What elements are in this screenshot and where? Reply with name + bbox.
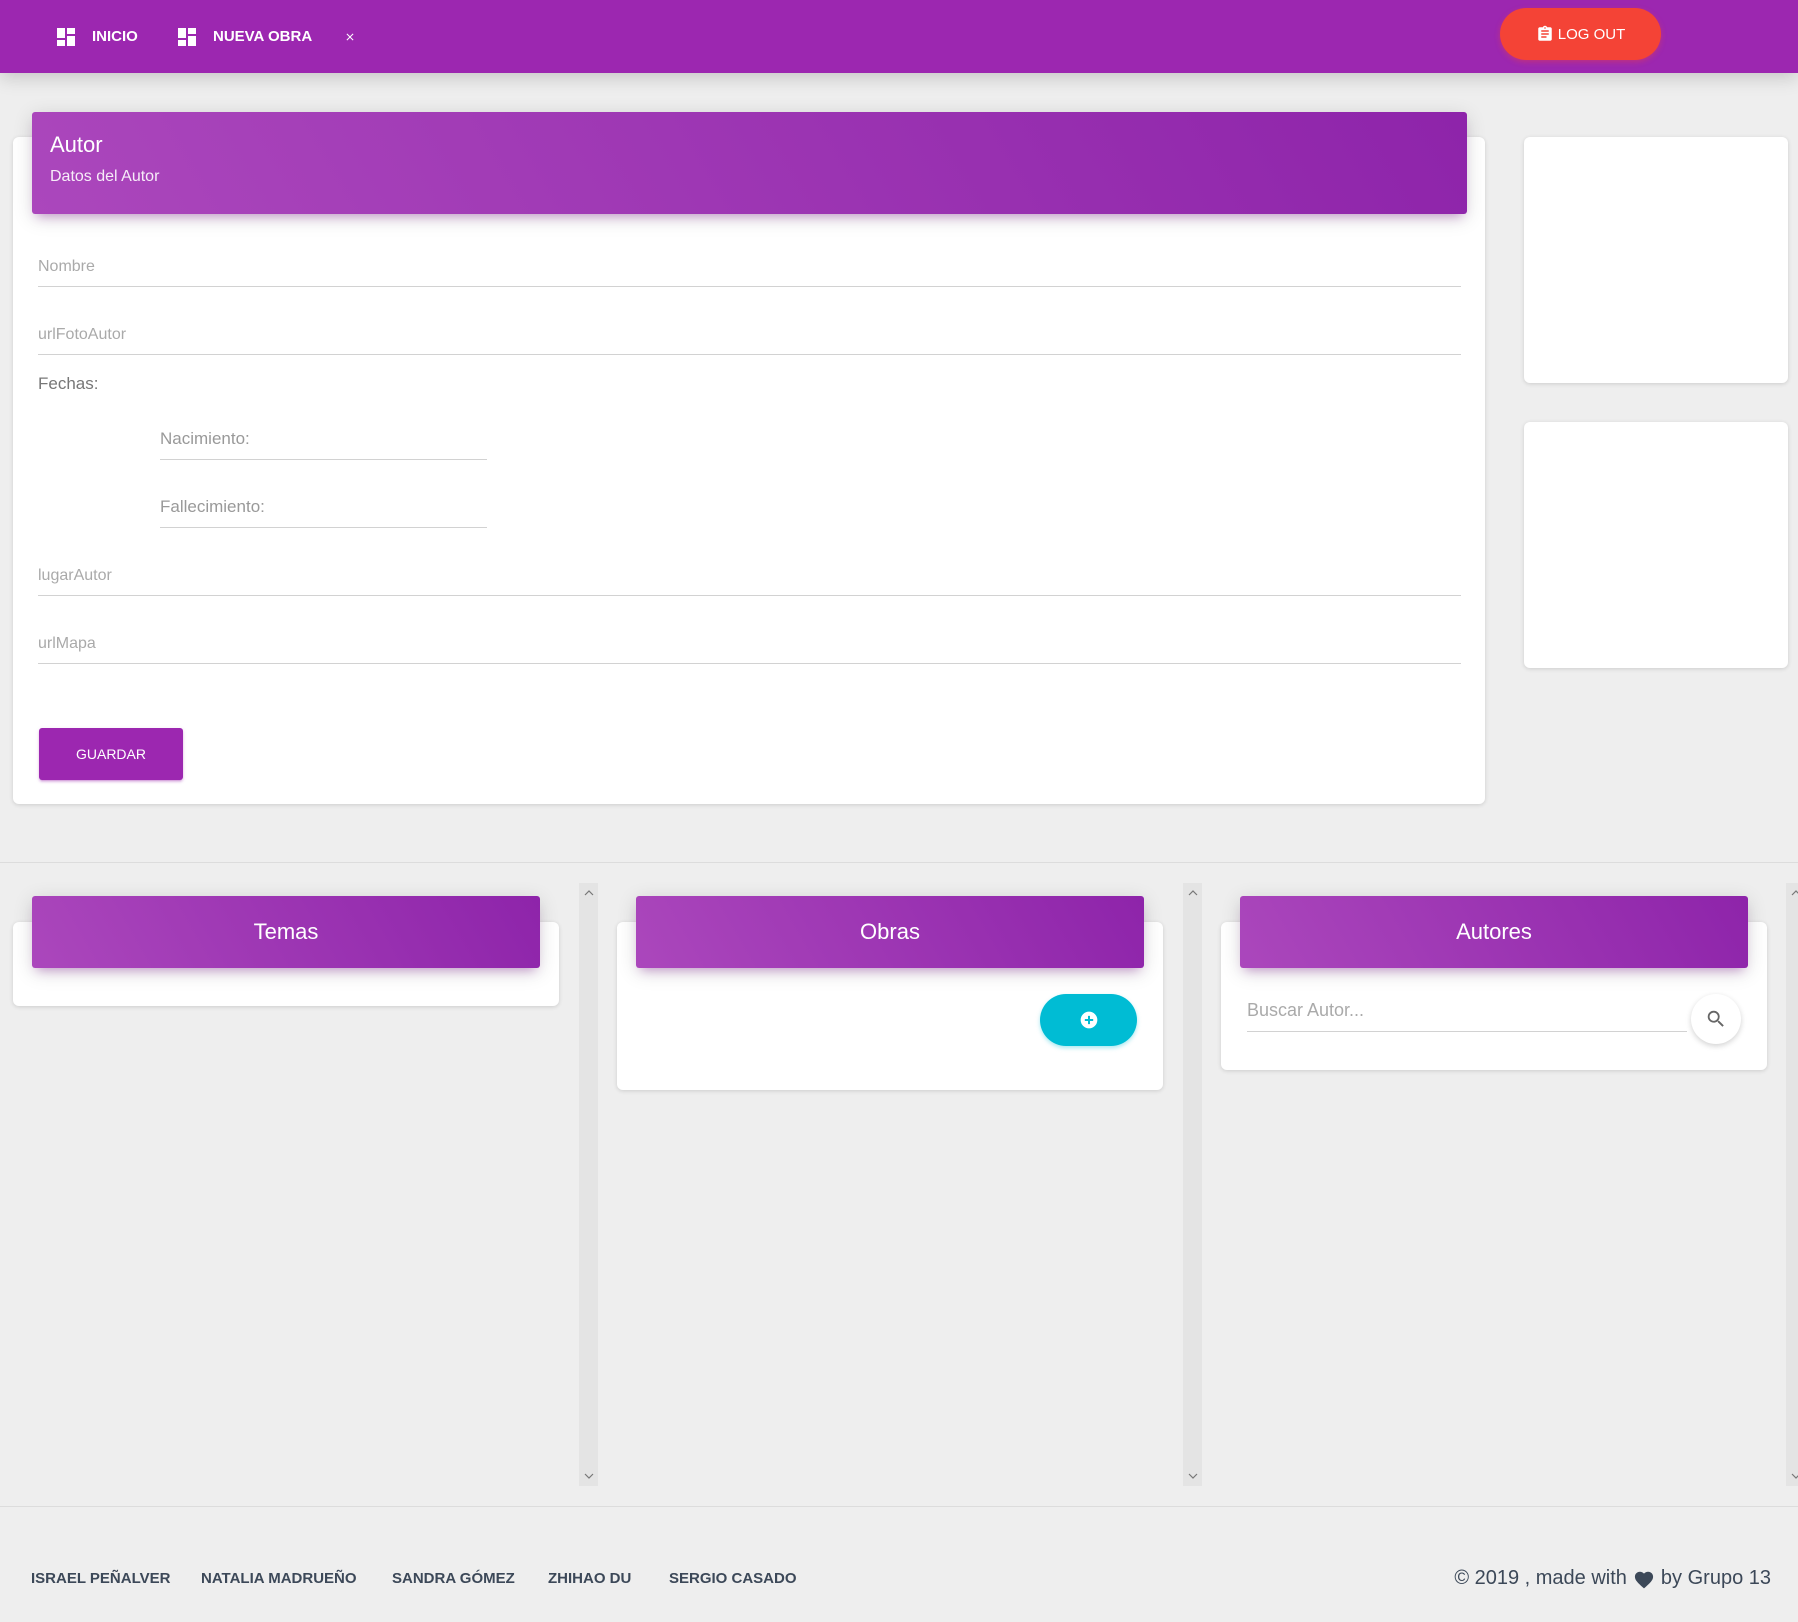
- chevron-down-icon: [1791, 1473, 1798, 1479]
- scroll-up-arrow[interactable]: [1786, 883, 1798, 902]
- temas-title: Temas: [253, 919, 319, 944]
- heart-icon: [1634, 1571, 1654, 1588]
- dashboard-icon: [178, 27, 196, 46]
- close-icon: [346, 33, 354, 40]
- url-foto-autor-input[interactable]: urlFotoAutor: [38, 314, 1461, 355]
- nombre-input[interactable]: Nombre: [38, 246, 1461, 287]
- search-button[interactable]: [1691, 994, 1741, 1044]
- scroll-down-arrow[interactable]: [579, 1467, 598, 1486]
- nacimiento-placeholder: Nacimiento:: [160, 429, 250, 448]
- side-card-bottom: [1524, 422, 1788, 668]
- copyright-suffix: by Grupo 13: [1660, 1567, 1771, 1589]
- logout-label: LOG OUT: [1557, 25, 1626, 43]
- obras-card-header: Obras: [636, 896, 1144, 968]
- chevron-down-icon: [584, 1473, 593, 1479]
- footer-link-sandra[interactable]: SANDRA GÓMEZ: [392, 1570, 515, 1587]
- nav-inicio[interactable]: INICIO: [54, 0, 138, 73]
- fechas-label: Fechas:: [38, 374, 99, 393]
- obras-title: Obras: [860, 919, 920, 944]
- autor-card-header: Autor Datos del Autor: [32, 112, 1467, 214]
- buscar-autor-input[interactable]: Buscar Autor...: [1247, 990, 1687, 1032]
- nombre-placeholder: Nombre: [38, 258, 95, 275]
- autores-card-header: Autores: [1240, 896, 1748, 968]
- scroll-down-arrow[interactable]: [1786, 1467, 1798, 1486]
- obras-scrollbar[interactable]: [1183, 883, 1202, 1486]
- footer-link-natalia[interactable]: NATALIA MADRUEÑO: [201, 1570, 357, 1587]
- autor-card-subtitle: Datos del Autor: [50, 168, 160, 185]
- lugar-autor-input[interactable]: lugarAutor: [38, 555, 1461, 596]
- top-navbar: INICIO NUEVA OBRA LOG OUT: [0, 0, 1798, 73]
- nav-nueva-obra[interactable]: NUEVA OBRA: [175, 0, 312, 73]
- nav-inicio-label: INICIO: [92, 28, 138, 45]
- footer-link-zhihao[interactable]: ZHIHAO DU: [548, 1570, 631, 1587]
- lugar-autor-placeholder: lugarAutor: [38, 567, 112, 584]
- dashboard-icon: [57, 27, 75, 46]
- logout-button[interactable]: LOG OUT: [1500, 8, 1661, 60]
- autores-title: Autores: [1456, 919, 1532, 944]
- section-divider: [0, 862, 1798, 863]
- fallecimiento-input[interactable]: Fallecimiento:: [160, 486, 487, 528]
- url-mapa-input[interactable]: urlMapa: [38, 623, 1461, 664]
- nav-nueva-obra-label: NUEVA OBRA: [213, 28, 313, 45]
- chevron-up-icon: [1188, 890, 1197, 896]
- scroll-down-arrow[interactable]: [1183, 1467, 1202, 1486]
- temas-card-header: Temas: [32, 896, 540, 968]
- url-mapa-placeholder: urlMapa: [38, 635, 96, 652]
- chevron-up-icon: [584, 890, 593, 896]
- clipboard-icon: [1537, 25, 1552, 41]
- nav-close-button[interactable]: [344, 0, 370, 73]
- chevron-up-icon: [1791, 890, 1798, 896]
- search-icon: [1707, 1010, 1724, 1027]
- chevron-down-icon: [1188, 1473, 1197, 1479]
- autor-card-title: Autor: [50, 132, 103, 157]
- fallecimiento-placeholder: Fallecimiento:: [160, 497, 265, 516]
- add-obra-button[interactable]: [1040, 994, 1137, 1046]
- footer-link-sergio[interactable]: SERGIO CASADO: [669, 1570, 797, 1587]
- autor-form-card: [13, 137, 1485, 804]
- copyright-prefix: © 2019 , made with: [1454, 1567, 1627, 1589]
- add-circle-icon: [1080, 1011, 1097, 1029]
- url-foto-autor-placeholder: urlFotoAutor: [38, 326, 127, 343]
- side-card-top: [1524, 137, 1788, 383]
- footer-link-israel[interactable]: ISRAEL PEÑALVER: [31, 1570, 170, 1587]
- footer-divider: [0, 1506, 1798, 1507]
- scroll-up-arrow[interactable]: [1183, 883, 1202, 902]
- buscar-autor-placeholder: Buscar Autor...: [1247, 1000, 1365, 1020]
- copyright: © 2019 , made with by Grupo 13: [1454, 1567, 1771, 1590]
- autores-scrollbar[interactable]: [1786, 883, 1798, 1486]
- nacimiento-input[interactable]: Nacimiento:: [160, 418, 487, 460]
- scroll-up-arrow[interactable]: [579, 883, 598, 902]
- guardar-button[interactable]: GUARDAR: [39, 728, 183, 780]
- temas-scrollbar[interactable]: [579, 883, 598, 1486]
